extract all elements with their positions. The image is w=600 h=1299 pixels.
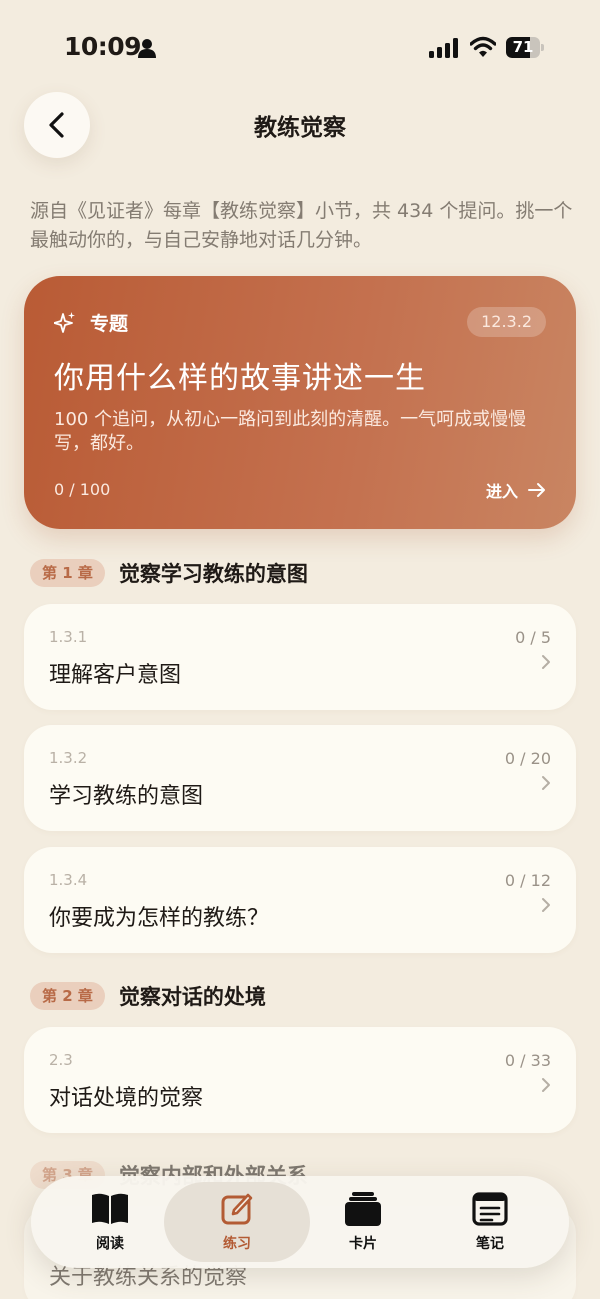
chapter-title: 觉察学习教练的意图 bbox=[118, 562, 308, 586]
tab-label: 练习 bbox=[223, 1236, 251, 1252]
chevron-right-icon bbox=[542, 776, 550, 790]
section-code: 2.3 bbox=[49, 1051, 73, 1069]
section-progress: 0 / 33 bbox=[504, 1051, 551, 1070]
section-card[interactable]: 1.3.1 0 / 5 理解客户意图 bbox=[24, 604, 576, 710]
tab-cards[interactable]: 卡片 bbox=[290, 1182, 436, 1262]
status-bar: 10:09 71 bbox=[0, 0, 600, 96]
section-progress: 0 / 12 bbox=[504, 871, 551, 890]
cards-icon bbox=[345, 1192, 381, 1226]
tab-label: 卡片 bbox=[349, 1236, 377, 1252]
section-code: 1.3.2 bbox=[49, 749, 88, 767]
edit-icon bbox=[221, 1193, 253, 1225]
intro-text: 源自《见证者》每章【教练觉察】小节，共 434 个提问。挑一个最触动你的，与自己… bbox=[30, 200, 573, 251]
cellular-signal-icon bbox=[429, 38, 458, 58]
feature-section-badge: 12.3.2 bbox=[467, 307, 546, 337]
battery-level: 71 bbox=[512, 38, 534, 56]
tab-label: 阅读 bbox=[96, 1236, 124, 1252]
chapter-title: 觉察对话的处境 bbox=[118, 985, 266, 1009]
chapter-chip: 第 1 章 bbox=[30, 559, 105, 587]
notes-icon bbox=[472, 1192, 508, 1226]
section-progress: 0 / 20 bbox=[504, 749, 551, 768]
feature-tag: 专题 bbox=[90, 313, 129, 335]
section-progress: 0 / 5 bbox=[515, 628, 551, 647]
feature-title: 你用什么样的故事讲述一生 bbox=[54, 361, 426, 396]
page-title: 教练觉察 bbox=[254, 115, 346, 141]
status-time: 10:09 bbox=[64, 32, 142, 61]
battery-indicator: 71 bbox=[506, 37, 544, 58]
wifi-icon bbox=[470, 36, 496, 57]
feature-enter-label: 进入 bbox=[485, 482, 518, 501]
section-code: 1.3.4 bbox=[49, 871, 88, 889]
person-icon bbox=[138, 39, 156, 58]
section-code: 1.3.1 bbox=[49, 628, 88, 646]
section-title: 理解客户意图 bbox=[49, 663, 182, 688]
section-card[interactable]: 1.3.2 0 / 20 学习教练的意图 bbox=[24, 725, 576, 831]
arrow-right-icon bbox=[528, 483, 545, 497]
tab-notes[interactable]: 笔记 bbox=[417, 1182, 563, 1262]
book-icon bbox=[92, 1193, 128, 1224]
sparkle-icon bbox=[54, 312, 75, 333]
feature-progress: 0 / 100 bbox=[54, 480, 111, 499]
chevron-right-icon bbox=[542, 898, 550, 912]
feature-card[interactable]: 专题 12.3.2 你用什么样的故事讲述一生 100 个追问，从初心一路问到此刻… bbox=[24, 276, 576, 529]
chapter-header: 第 1 章 觉察学习教练的意图 bbox=[30, 558, 308, 588]
tab-bar: 阅读 练习 卡片 笔记 bbox=[31, 1176, 569, 1268]
chevron-right-icon bbox=[542, 1078, 550, 1092]
section-title: 对话处境的觉察 bbox=[49, 1086, 204, 1111]
tab-practice[interactable]: 练习 bbox=[164, 1182, 310, 1262]
chapter-chip: 第 2 章 bbox=[30, 982, 105, 1010]
section-title: 学习教练的意图 bbox=[49, 784, 204, 809]
section-card[interactable]: 1.3.4 0 / 12 你要成为怎样的教练？ bbox=[24, 847, 576, 953]
section-card[interactable]: 2.3 0 / 33 对话处境的觉察 bbox=[24, 1027, 576, 1133]
feature-enter-button[interactable]: 进入 bbox=[486, 478, 546, 502]
chevron-right-icon bbox=[542, 655, 550, 669]
section-title: 你要成为怎样的教练？ bbox=[49, 906, 270, 931]
chapter-header: 第 2 章 觉察对话的处境 bbox=[30, 981, 266, 1011]
tab-read[interactable]: 阅读 bbox=[37, 1182, 183, 1262]
tab-label: 笔记 bbox=[476, 1236, 504, 1252]
feature-description: 100 个追问，从初心一路问到此刻的清醒。一气呵成或慢慢写，都好。 bbox=[54, 409, 527, 454]
